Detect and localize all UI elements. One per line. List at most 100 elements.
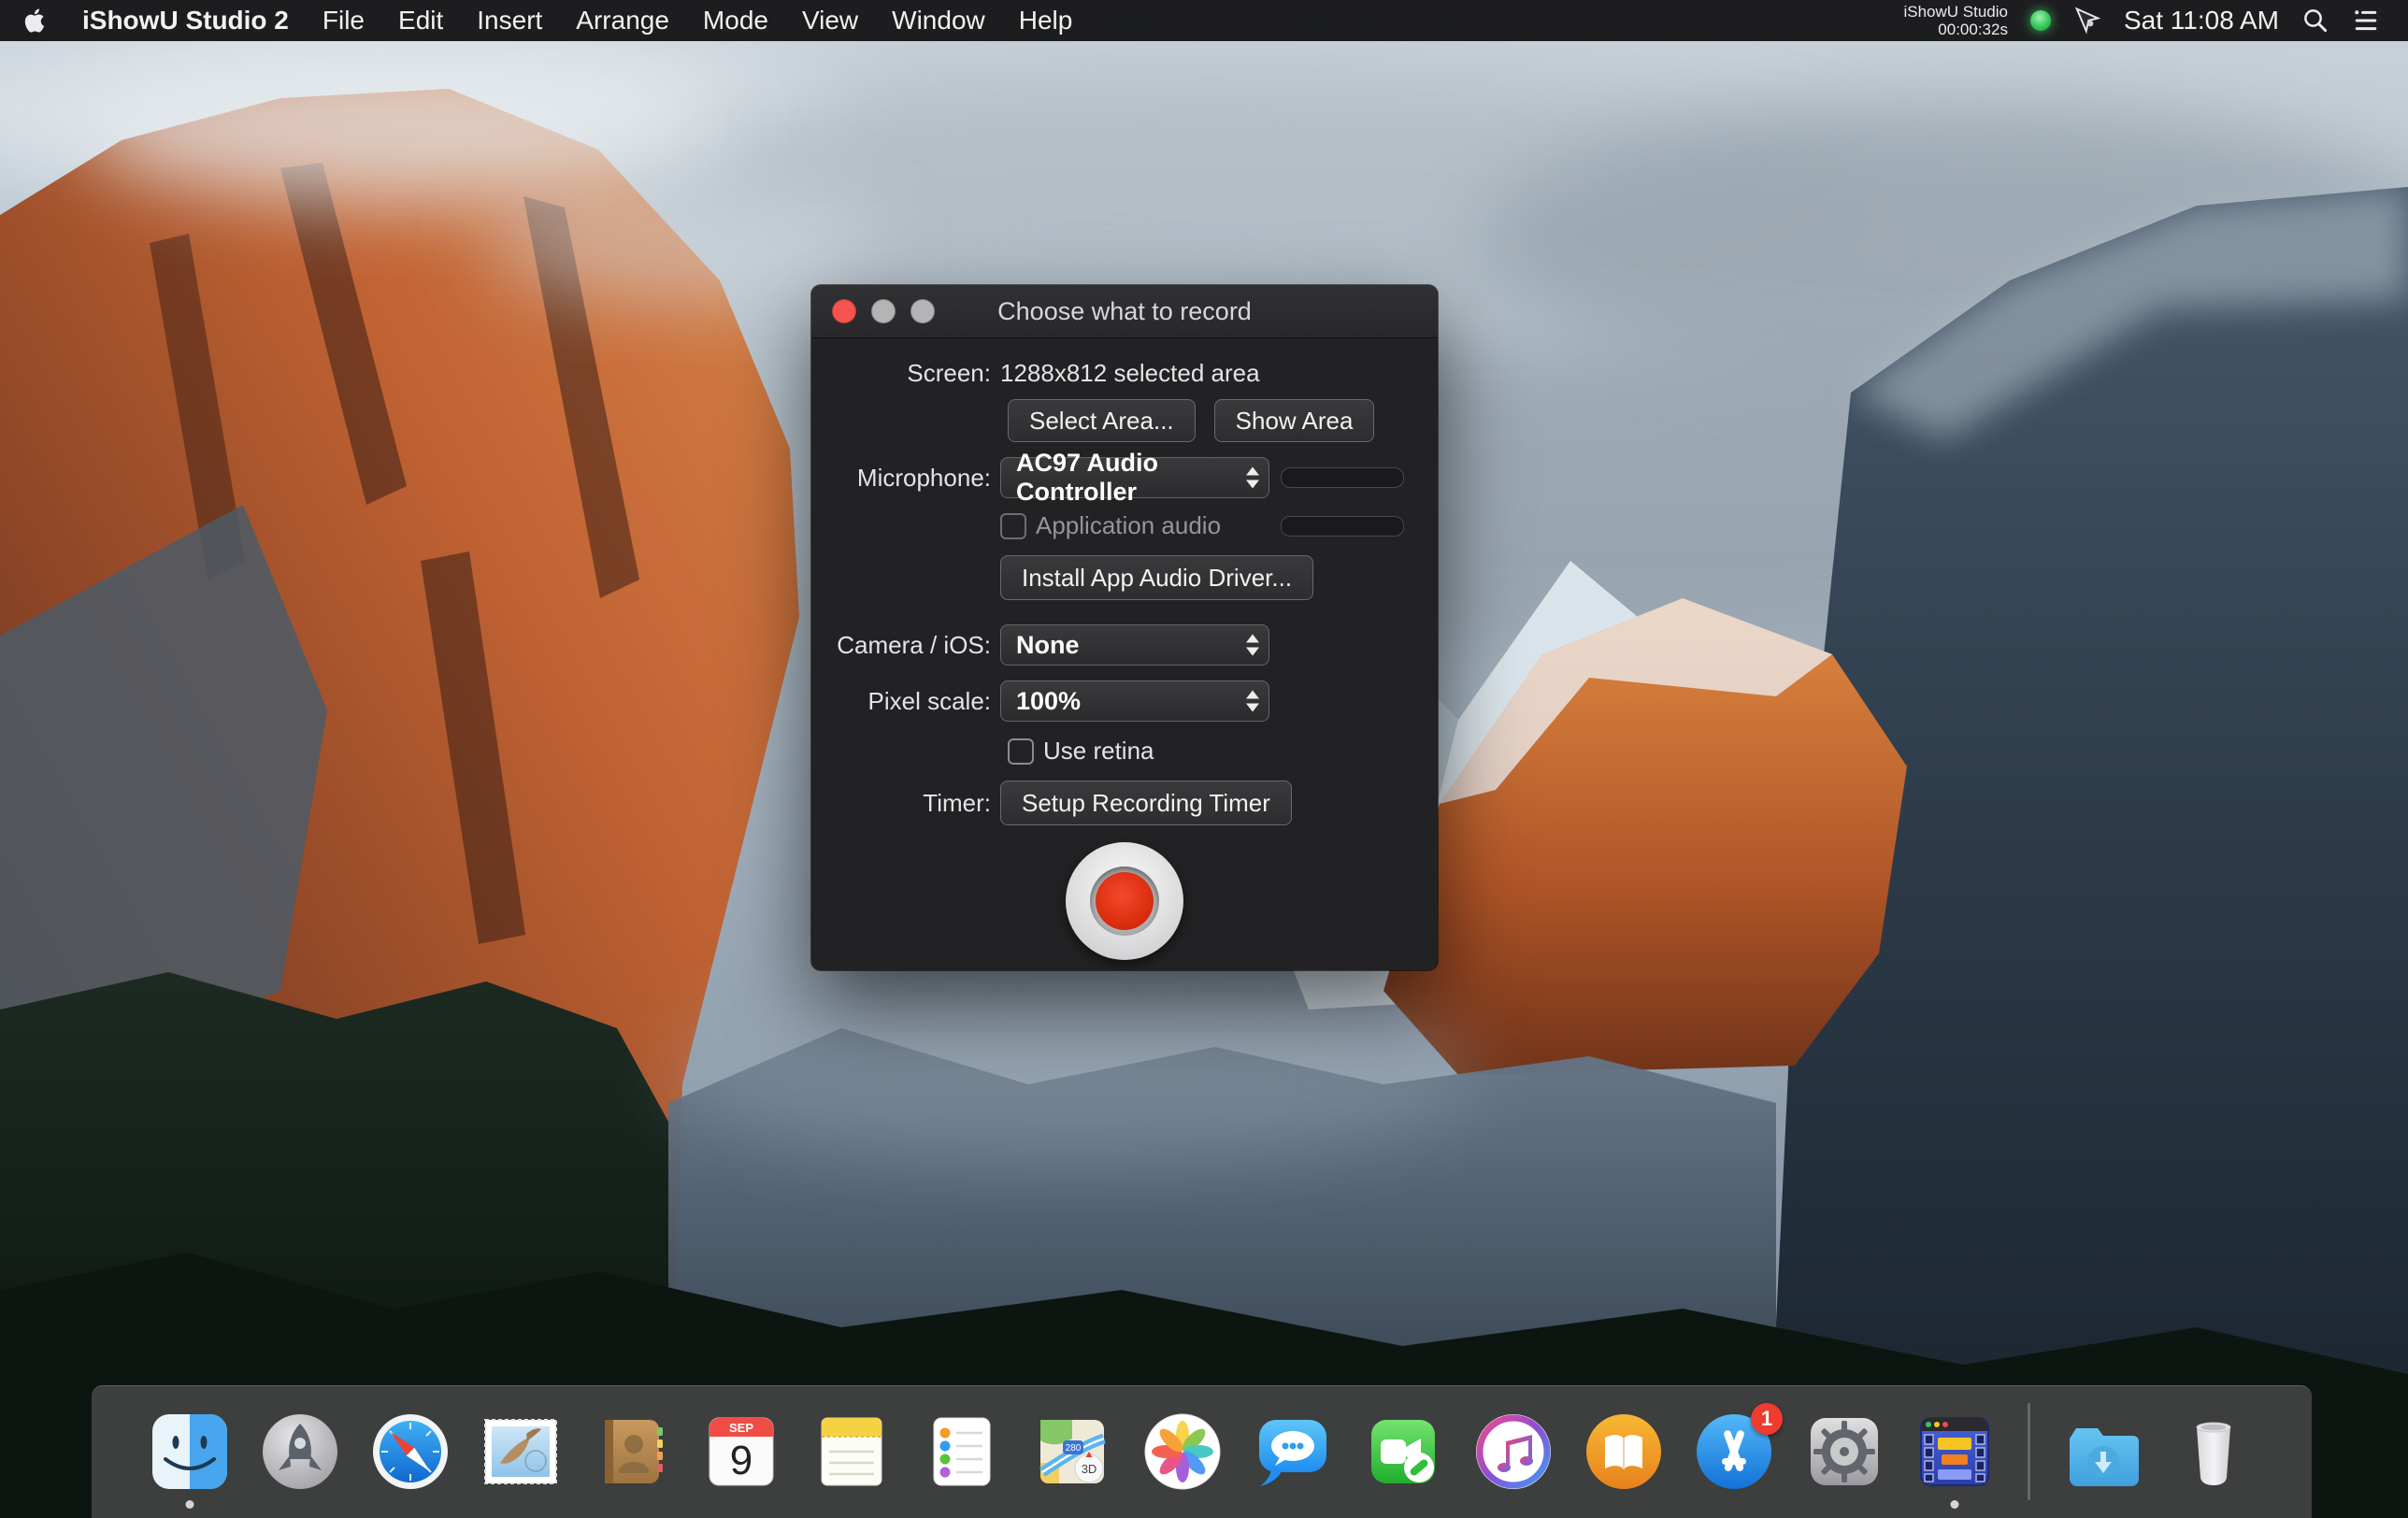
finder-icon — [149, 1411, 231, 1493]
dock-item-messages[interactable] — [1252, 1411, 1334, 1493]
microphone-select[interactable]: AC97 Audio Controller — [1000, 457, 1269, 498]
application-audio-row: Application audio — [811, 511, 1438, 540]
dock-item-launchpad[interactable] — [259, 1411, 341, 1493]
timer-label: Timer: — [811, 789, 991, 818]
menu-mode[interactable]: Mode — [703, 6, 768, 36]
messages-icon — [1252, 1411, 1334, 1493]
screen-label: Screen: — [811, 359, 991, 388]
dock-item-itunes[interactable] — [1472, 1411, 1555, 1493]
dock-item-finder[interactable] — [149, 1411, 231, 1493]
dock-item-trash[interactable] — [2172, 1411, 2255, 1493]
recording-status[interactable]: iShowU Studio 00:00:32s — [1903, 3, 2008, 38]
menu-help[interactable]: Help — [1019, 6, 1073, 36]
spotlight-search-icon[interactable] — [2301, 7, 2329, 35]
choose-what-to-record-window: Choose what to record Screen: 1288x812 s… — [811, 285, 1438, 970]
window-content: Screen: 1288x812 selected area Select Ar… — [811, 338, 1438, 960]
pixel-scale-value: 100% — [1016, 687, 1081, 716]
microphone-value: AC97 Audio Controller — [1016, 449, 1268, 507]
ishowu-studio-icon — [1914, 1411, 1996, 1493]
menu-bar: iShowU Studio 2 File Edit Insert Arrange… — [0, 0, 2408, 41]
dock-item-reminders[interactable] — [921, 1411, 1003, 1493]
application-audio-label: Application audio — [1036, 511, 1221, 540]
calendar-month: SEP — [729, 1421, 753, 1435]
dock-item-ibooks[interactable] — [1583, 1411, 1665, 1493]
microphone-level-meter — [1281, 467, 1404, 488]
dock-item-photos[interactable] — [1141, 1411, 1224, 1493]
contacts-icon — [590, 1411, 672, 1493]
select-area-button[interactable]: Select Area... — [1008, 399, 1196, 442]
dock-item-downloads[interactable] — [2062, 1411, 2144, 1493]
mail-icon — [480, 1411, 562, 1493]
desktop: iShowU Studio 2 File Edit Insert Arrange… — [0, 0, 2408, 1518]
use-retina-label: Use retina — [1043, 737, 1154, 766]
photos-icon — [1141, 1411, 1224, 1493]
app-store-badge: 1 — [1751, 1403, 1783, 1435]
apple-menu[interactable] — [21, 7, 49, 35]
menu-edit[interactable]: Edit — [398, 6, 443, 36]
dock-item-contacts[interactable] — [590, 1411, 672, 1493]
menu-window[interactable]: Window — [892, 6, 985, 36]
window-titlebar: Choose what to record — [811, 285, 1438, 338]
trash-icon — [2172, 1411, 2255, 1493]
menu-app-name[interactable]: iShowU Studio 2 — [82, 6, 289, 36]
reminders-icon — [921, 1411, 1003, 1493]
menu-bar-left: iShowU Studio 2 File Edit Insert Arrange… — [21, 6, 1072, 36]
dock-item-safari[interactable] — [369, 1411, 452, 1493]
dock-item-system-preferences[interactable] — [1803, 1411, 1885, 1493]
application-audio-checkbox[interactable] — [1000, 513, 1026, 539]
microphone-label: Microphone: — [811, 464, 991, 493]
zoom-button[interactable] — [910, 299, 935, 323]
close-button[interactable] — [832, 299, 856, 323]
dock-item-maps[interactable]: 280 3D — [1031, 1411, 1113, 1493]
dock: SEP 9 — [92, 1385, 2312, 1518]
camera-row: Camera / iOS: None — [811, 624, 1438, 666]
stepper-icon — [1246, 635, 1259, 656]
dock-item-mail[interactable] — [480, 1411, 562, 1493]
show-area-button[interactable]: Show Area — [1214, 399, 1375, 442]
menu-clock[interactable]: Sat 11:08 AM — [2124, 6, 2279, 36]
downloads-folder-icon — [2062, 1411, 2144, 1493]
notification-center-icon[interactable] — [2352, 7, 2380, 35]
pixel-scale-select[interactable]: 100% — [1000, 680, 1269, 722]
itunes-icon — [1472, 1411, 1555, 1493]
dock-item-calendar[interactable]: SEP 9 — [700, 1411, 782, 1493]
recording-status-app: iShowU Studio — [1903, 3, 2008, 21]
setup-recording-timer-button[interactable]: Setup Recording Timer — [1000, 780, 1292, 825]
dock-item-notes[interactable] — [810, 1411, 893, 1493]
install-app-audio-driver-button[interactable]: Install App Audio Driver... — [1000, 555, 1313, 600]
minimize-button[interactable] — [871, 299, 896, 323]
dock-item-app-store[interactable]: 1 — [1693, 1411, 1775, 1493]
running-indicator — [1951, 1500, 1959, 1509]
ibooks-icon — [1583, 1411, 1665, 1493]
safari-icon — [369, 1411, 452, 1493]
launchpad-icon — [259, 1411, 341, 1493]
screen-row: Screen: 1288x812 selected area — [811, 359, 1438, 388]
camera-select[interactable]: None — [1000, 624, 1269, 666]
traffic-lights — [832, 285, 935, 337]
menu-view[interactable]: View — [802, 6, 858, 36]
stepper-icon — [1246, 467, 1259, 489]
screen-capture-cursor-icon[interactable] — [2073, 7, 2101, 35]
dock-item-ishowu-studio[interactable] — [1914, 1411, 1996, 1493]
record-button[interactable] — [1066, 842, 1183, 960]
dock-item-facetime[interactable] — [1362, 1411, 1444, 1493]
pixel-scale-row: Pixel scale: 100% — [811, 680, 1438, 722]
recording-indicator-icon — [2030, 10, 2051, 31]
record-button-ring — [1090, 866, 1159, 936]
notes-icon — [810, 1411, 893, 1493]
calendar-icon: SEP 9 — [700, 1411, 782, 1493]
record-button-red-dot — [1096, 872, 1154, 930]
menu-file[interactable]: File — [322, 6, 365, 36]
area-buttons-row: Select Area... Show Area — [811, 399, 1438, 442]
menu-arrange[interactable]: Arrange — [576, 6, 669, 36]
install-driver-row: Install App Audio Driver... — [811, 555, 1438, 600]
use-retina-checkbox[interactable] — [1008, 738, 1034, 765]
application-audio-level-meter — [1281, 516, 1404, 537]
camera-value: None — [1016, 631, 1080, 660]
menu-insert[interactable]: Insert — [477, 6, 542, 36]
apple-logo-icon — [21, 7, 49, 35]
facetime-icon — [1362, 1411, 1444, 1493]
maps-icon: 280 3D — [1031, 1411, 1113, 1493]
maps-route-shield: 280 — [1066, 1443, 1082, 1454]
maps-3d-overlay: 3D — [1082, 1462, 1097, 1476]
